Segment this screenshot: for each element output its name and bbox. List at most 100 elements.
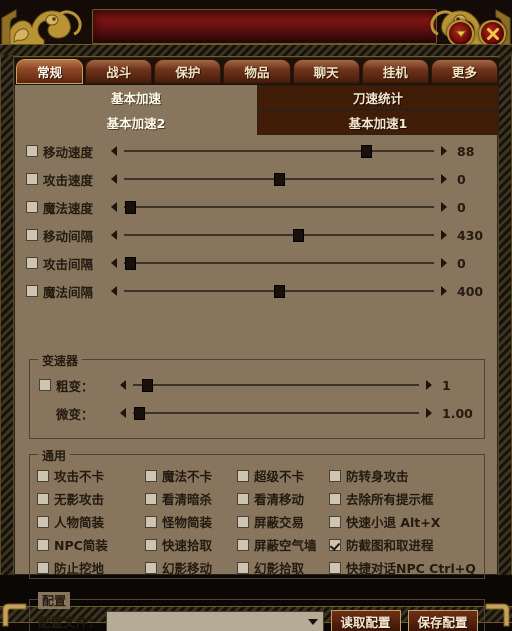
config-file-dropdown[interactable] — [105, 610, 324, 631]
checkbox-box[interactable] — [237, 561, 249, 574]
slider-track-move-speed[interactable] — [124, 145, 434, 158]
checkbox-box[interactable] — [37, 469, 49, 482]
checkbox-quick-npc-dialog[interactable]: 快捷对话NPC Ctrl+Q — [329, 558, 477, 577]
slider-thumb[interactable] — [125, 257, 137, 270]
checkbox-box[interactable] — [145, 515, 157, 528]
checkbox-box[interactable] — [37, 538, 49, 551]
slider-track-attack-interval[interactable] — [124, 257, 434, 270]
subtab-basic-speed-2[interactable]: 基本加速2 — [15, 110, 257, 135]
slider-left-arrow[interactable] — [109, 173, 120, 185]
checkbox-player-simple-gear[interactable]: 人物简装 — [37, 512, 145, 531]
slider-thumb[interactable] — [274, 285, 285, 298]
checkbox-phantom-move[interactable]: 幻影移动 — [145, 558, 237, 577]
slider-right-arrow[interactable] — [438, 145, 449, 157]
tab-general[interactable]: 常规 — [16, 59, 84, 84]
checkbox-shadowless-attack[interactable]: 无影攻击 — [37, 489, 145, 508]
checkbox-magic-nolag[interactable]: 魔法不卡 — [145, 466, 237, 485]
checkbox-see-movement[interactable]: 看清移动 — [237, 489, 329, 508]
checkbox-box[interactable] — [145, 469, 157, 482]
slider-right-arrow[interactable] — [438, 229, 449, 241]
slider-right-arrow[interactable] — [423, 379, 434, 391]
tab-chat[interactable]: 聊天 — [292, 59, 360, 84]
speed-track-coarse[interactable] — [133, 379, 419, 392]
checkbox-label: 看清暗杀 — [162, 492, 213, 507]
slider-checkbox-move-interval[interactable] — [26, 229, 38, 241]
checkbox-monster-simple-gear[interactable]: 怪物简装 — [145, 512, 237, 531]
close-button[interactable] — [479, 20, 506, 47]
slider-checkbox-attack-speed[interactable] — [26, 173, 38, 185]
subtab-basic-speed[interactable]: 基本加速 — [15, 85, 257, 110]
slider-right-arrow[interactable] — [438, 257, 449, 269]
slider-track-move-interval[interactable] — [124, 229, 434, 242]
slider-checkbox-move-speed[interactable] — [26, 145, 38, 157]
tab-items[interactable]: 物品 — [223, 59, 291, 84]
checkbox-box[interactable] — [237, 469, 249, 482]
checkbox-block-air-wall[interactable]: 屏蔽空气墙 — [237, 535, 329, 554]
minimize-button[interactable] — [447, 20, 474, 47]
checkbox-box[interactable] — [237, 538, 249, 551]
slider-thumb[interactable] — [360, 145, 372, 158]
slider-track-magic-speed[interactable] — [124, 201, 434, 214]
slider-checkbox-magic-speed[interactable] — [26, 201, 38, 213]
slider-left-arrow[interactable] — [109, 145, 120, 157]
checkbox-label: 看清移动 — [254, 492, 305, 507]
slider-thumb[interactable] — [292, 229, 304, 242]
slider-right-arrow[interactable] — [423, 407, 434, 419]
slider-thumb[interactable] — [274, 173, 285, 186]
slider-thumb[interactable] — [125, 201, 137, 214]
slider-right-arrow[interactable] — [438, 201, 449, 213]
checkbox-label: 防止挖地 — [54, 561, 105, 576]
speed-checkbox-coarse[interactable] — [39, 379, 51, 391]
slider-left-arrow[interactable] — [118, 407, 129, 419]
checkbox-anti-turn-attack[interactable]: 防转身攻击 — [329, 466, 477, 485]
slider-left-arrow[interactable] — [118, 379, 129, 391]
slider-right-arrow[interactable] — [438, 285, 449, 297]
tab-afk[interactable]: 挂机 — [361, 59, 429, 84]
slider-left-arrow[interactable] — [109, 229, 120, 241]
slider-left-arrow[interactable] — [109, 257, 120, 269]
checkbox-block-trade[interactable]: 屏蔽交易 — [237, 512, 329, 531]
save-config-button[interactable]: 保存配置 — [407, 609, 478, 631]
checkbox-box[interactable] — [145, 538, 157, 551]
checkbox-phantom-pickup[interactable]: 幻影拾取 — [237, 558, 329, 577]
slider-left-arrow[interactable] — [109, 201, 120, 213]
checkbox-box[interactable] — [37, 561, 49, 574]
tab-protection[interactable]: 保护 — [154, 59, 222, 84]
checkbox-box[interactable] — [145, 492, 157, 505]
speed-track-fine[interactable] — [133, 407, 419, 420]
checkbox-prevent-digging[interactable]: 防止挖地 — [37, 558, 145, 577]
checkbox-see-assassinate[interactable]: 看清暗杀 — [145, 489, 237, 508]
slider-right-arrow[interactable] — [438, 173, 449, 185]
slider-track-magic-interval[interactable] — [124, 285, 434, 298]
checkbox-attack-nolag[interactable]: 攻击不卡 — [37, 466, 145, 485]
checkbox-npc-simple-gear[interactable]: NPC简装 — [37, 535, 145, 554]
slider-checkbox-magic-interval[interactable] — [26, 285, 38, 297]
checkbox-box[interactable] — [329, 469, 341, 482]
slider-track-attack-speed[interactable] — [124, 173, 434, 186]
checkbox-box[interactable] — [329, 561, 341, 574]
slider-left-arrow[interactable] — [109, 285, 120, 297]
checkbox-box[interactable] — [145, 561, 157, 574]
checkbox-remove-all-dialogs[interactable]: 去除所有提示框 — [329, 489, 477, 508]
slider-thumb[interactable] — [142, 379, 154, 392]
checkbox-box[interactable] — [329, 515, 341, 528]
checkbox-box[interactable] — [329, 492, 341, 505]
checkbox-anti-screenshot[interactable]: 防截图和取进程 — [329, 535, 477, 554]
load-config-button[interactable]: 读取配置 — [330, 609, 401, 631]
slider-thumb[interactable] — [133, 407, 145, 420]
checkbox-box[interactable] — [237, 515, 249, 528]
checkbox-quick-pickup[interactable]: 快速拾取 — [145, 535, 237, 554]
checkbox-super-nolag[interactable]: 超级不卡 — [237, 466, 329, 485]
checkbox-quick-exit[interactable]: 快速小退 Alt+X — [329, 512, 477, 531]
checkbox-box[interactable] — [37, 515, 49, 528]
checkbox-box[interactable] — [237, 492, 249, 505]
tab-combat[interactable]: 战斗 — [85, 59, 153, 84]
subtab-basic-speed-1[interactable]: 基本加速1 — [257, 110, 499, 135]
slider-checkbox-attack-interval[interactable] — [26, 257, 38, 269]
checkbox-box[interactable] — [37, 492, 49, 505]
checkbox-box[interactable] — [329, 538, 341, 551]
tab-label: 挂机 — [382, 65, 408, 80]
subtab-blade-stats[interactable]: 刀速统计 — [257, 85, 499, 110]
tab-label: 聊天 — [313, 65, 339, 80]
tab-more[interactable]: 更多 — [430, 59, 498, 84]
